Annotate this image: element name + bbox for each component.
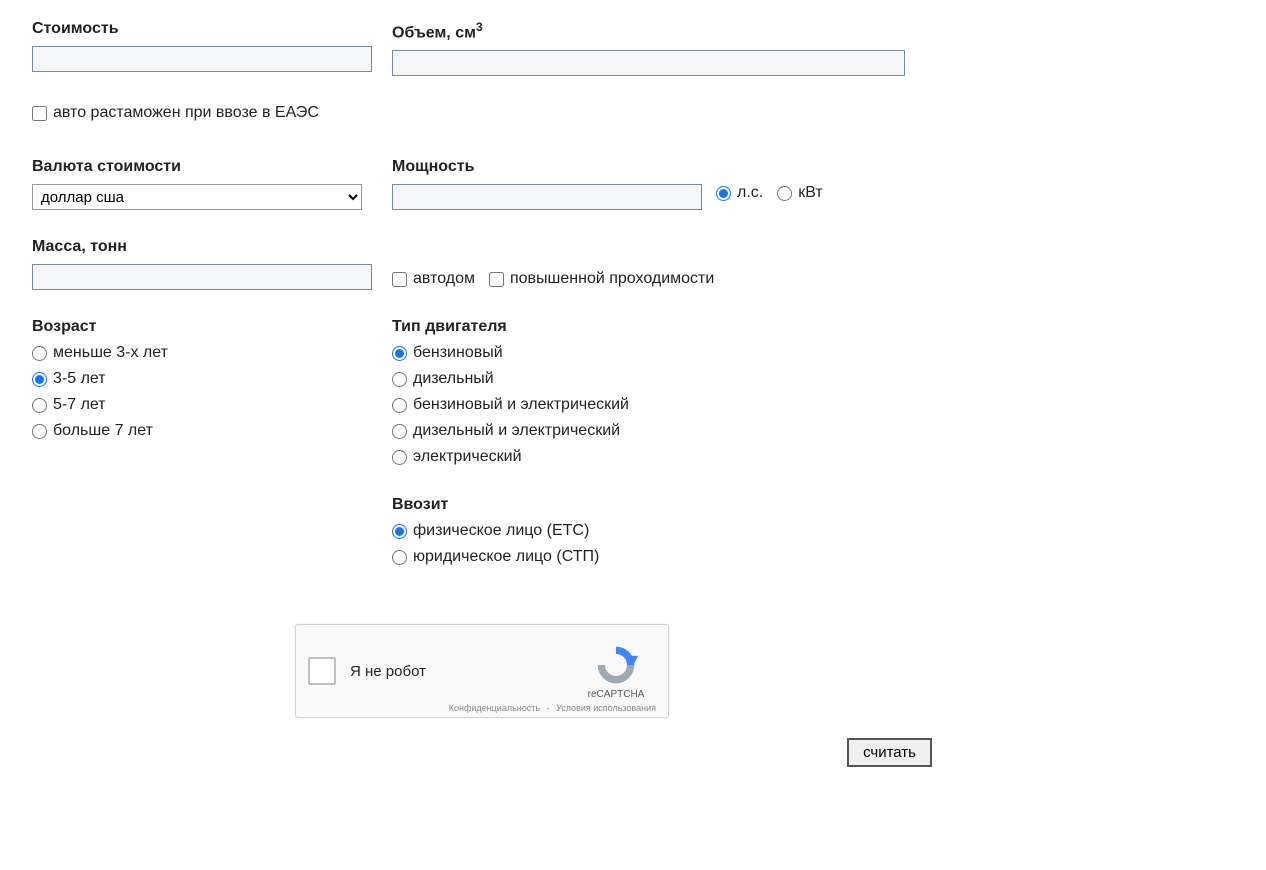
mass-input[interactable] bbox=[32, 264, 372, 290]
age-label: Возраст bbox=[32, 318, 372, 336]
importer-option-individual[interactable]: физическое лицо (ЕТС) bbox=[392, 522, 912, 540]
volume-label: Объем, см3 bbox=[392, 20, 912, 42]
power-input[interactable] bbox=[392, 184, 702, 210]
recaptcha-links: Конфиденциальность - Условия использован… bbox=[447, 703, 658, 713]
engine-option-petrol-electric[interactable]: бензиновый и электрический bbox=[392, 396, 912, 414]
engine-label: Тип двигателя bbox=[392, 318, 912, 336]
calculate-button[interactable]: считать bbox=[847, 738, 932, 767]
currency-label: Валюта стоимости bbox=[32, 158, 372, 176]
recaptcha-privacy-link[interactable]: Конфиденциальность bbox=[449, 703, 540, 713]
age-option-gt7[interactable]: больше 7 лет bbox=[32, 422, 372, 440]
recaptcha-icon bbox=[594, 643, 638, 687]
recaptcha-logo: reCAPTCHA bbox=[576, 643, 656, 700]
motorhome-checkbox[interactable]: автодом bbox=[392, 270, 475, 288]
power-label: Мощность bbox=[392, 158, 912, 176]
recaptcha-brand: reCAPTCHA bbox=[576, 689, 656, 700]
offroad-checkbox[interactable]: повышенной проходимости bbox=[489, 270, 714, 288]
recaptcha-widget[interactable]: Я не робот reCAPTCHA Конфиденциальность … bbox=[295, 624, 669, 718]
customs-eaes-checkbox[interactable]: авто растаможен при ввозе в ЕАЭС bbox=[32, 104, 319, 122]
power-unit-hp[interactable]: л.с. bbox=[716, 184, 763, 202]
age-option-lt3[interactable]: меньше 3-х лет bbox=[32, 344, 372, 362]
power-unit-kw[interactable]: кВт bbox=[777, 184, 822, 202]
currency-select[interactable]: доллар сша bbox=[32, 184, 362, 210]
importer-label: Ввозит bbox=[392, 496, 912, 514]
recaptcha-terms-link[interactable]: Условия использования bbox=[556, 703, 656, 713]
customs-eaes-label: авто растаможен при ввозе в ЕАЭС bbox=[53, 104, 319, 122]
mass-label: Масса, тонн bbox=[32, 238, 372, 256]
volume-input[interactable] bbox=[392, 50, 905, 76]
age-option-5-7[interactable]: 5-7 лет bbox=[32, 396, 372, 414]
recaptcha-checkbox[interactable] bbox=[308, 657, 336, 685]
engine-option-petrol[interactable]: бензиновый bbox=[392, 344, 912, 362]
cost-label: Стоимость bbox=[32, 20, 372, 38]
engine-option-diesel[interactable]: дизельный bbox=[392, 370, 912, 388]
age-option-3-5[interactable]: 3-5 лет bbox=[32, 370, 372, 388]
recaptcha-text: Я не робот bbox=[350, 663, 562, 680]
engine-option-electric[interactable]: электрический bbox=[392, 448, 912, 466]
importer-option-legal[interactable]: юридическое лицо (СТП) bbox=[392, 548, 912, 566]
cost-input[interactable] bbox=[32, 46, 372, 72]
engine-option-diesel-electric[interactable]: дизельный и электрический bbox=[392, 422, 912, 440]
